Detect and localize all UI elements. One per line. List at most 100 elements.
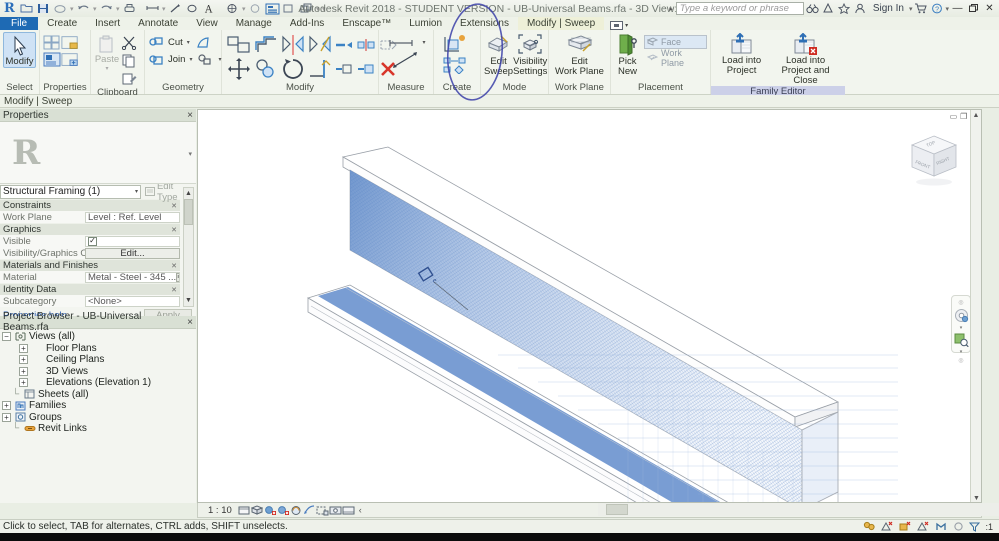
offset-icon[interactable] — [252, 33, 279, 57]
tree-node-ceiling-plans[interactable]: + Ceiling Plans — [2, 354, 196, 366]
view-cube[interactable]: TOP FRONT RIGHT — [904, 132, 964, 188]
thin-lines-icon[interactable] — [264, 1, 281, 17]
save-icon[interactable] — [35, 1, 52, 17]
create-group-icon[interactable] — [440, 33, 474, 55]
trim-extend-icon[interactable] — [333, 33, 355, 57]
ribbon-display-options[interactable]: ▾ — [610, 21, 628, 30]
design-options-icon[interactable] — [881, 521, 894, 532]
navbar-top-icon[interactable]: ◎ — [958, 299, 963, 306]
expand-icon[interactable]: + — [2, 412, 11, 422]
move-icon[interactable] — [225, 57, 252, 81]
steering-wheel-icon[interactable] — [954, 308, 969, 323]
unpin-icon[interactable] — [355, 57, 377, 81]
panel-title-properties[interactable]: Properties — [40, 82, 90, 94]
visibility-settings-button[interactable]: Visibility Settings — [513, 31, 547, 77]
text-icon[interactable]: A — [201, 1, 218, 17]
tree-node-revit-links[interactable]: └ Revit Links — [2, 423, 196, 435]
expand-icon[interactable]: + — [19, 343, 28, 353]
cut-geometry-button[interactable]: Cut ▾ — [148, 34, 212, 51]
tree-node-elevations[interactable]: + Elevations (Elevation 1) — [2, 377, 196, 389]
default-3d-view-icon[interactable] — [224, 1, 241, 17]
expand-icon[interactable]: + — [19, 378, 28, 388]
restore-icon[interactable] — [966, 1, 981, 16]
restore-view-icon[interactable]: ❐ — [960, 112, 967, 121]
load-into-project-and-close-button[interactable]: Load into Project and Close — [769, 31, 842, 86]
cart-icon[interactable] — [913, 1, 928, 16]
cut-profile-icon[interactable] — [194, 34, 212, 51]
tab-view[interactable]: View — [187, 17, 227, 30]
panel-title-measure[interactable]: Measure — [379, 82, 433, 94]
panel-title-modify[interactable]: Modify — [222, 82, 378, 94]
expand-icon[interactable]: + — [19, 366, 28, 376]
switch-windows-icon[interactable] — [298, 1, 315, 17]
measure-along-element-button[interactable] — [389, 51, 423, 68]
tab-modify-sweep[interactable]: Modify | Sweep — [517, 17, 605, 30]
group-expander-icon[interactable]: ✕ — [171, 202, 177, 210]
pin-icon[interactable] — [333, 57, 355, 81]
property-value[interactable]: Metal - Steel - 345 ... ≡ — [85, 271, 180, 283]
edit-sweep-button[interactable]: Edit Sweep — [484, 31, 513, 77]
tree-node-floor-plans[interactable]: + Floor Plans — [2, 343, 196, 355]
exchange-icon[interactable] — [821, 1, 836, 16]
minimize-icon[interactable]: — — [950, 1, 965, 16]
project-browser-tree[interactable]: − Views (all) + Floor Plans + Ceiling Pl… — [0, 329, 196, 435]
family-category-icon[interactable] — [43, 51, 61, 68]
visible-checkbox[interactable]: ✓ — [88, 236, 97, 246]
tab-manage[interactable]: Manage — [227, 17, 281, 30]
panel-title-select[interactable]: Select — [0, 82, 39, 94]
tab-create[interactable]: Create — [38, 17, 86, 30]
scroll-thumb[interactable] — [184, 199, 193, 225]
steering-wheel-dropdown-icon[interactable]: ▾ — [960, 325, 963, 331]
panel-title-geometry[interactable]: Geometry — [145, 82, 221, 94]
chevron-down-icon[interactable]: ▾ — [135, 188, 138, 195]
pick-new-button[interactable]: Pick New — [614, 31, 641, 77]
sun-path-icon[interactable] — [264, 504, 277, 517]
type-selector[interactable]: Structural Framing (1) ▾ — [0, 184, 141, 199]
edit-work-plane-button[interactable]: Edit Work Plane — [552, 31, 607, 77]
scroll-up-icon[interactable]: ▲ — [971, 110, 981, 121]
exclude-options-icon[interactable] — [917, 521, 930, 532]
no-filter-icon[interactable] — [953, 521, 964, 532]
panel-title-create[interactable]: Create — [434, 82, 480, 94]
load-into-project-button[interactable]: Load into Project — [714, 31, 769, 76]
mirror-draw-axis-icon[interactable] — [306, 33, 333, 57]
close-hidden-windows-icon[interactable] — [281, 1, 298, 17]
create-part-icon[interactable] — [440, 55, 474, 75]
sign-in-button[interactable]: Sign In — [869, 3, 908, 14]
cart-dropdown-icon[interactable]: ▾ — [909, 5, 913, 13]
tab-annotate[interactable]: Annotate — [129, 17, 187, 30]
property-value[interactable]: ✓ — [85, 235, 180, 247]
zoom-region-icon[interactable] — [954, 333, 969, 347]
properties-scrollbar[interactable]: ▲ ▼ — [183, 187, 194, 307]
match-type-icon[interactable] — [120, 70, 138, 87]
group-expander-icon[interactable]: ✕ — [171, 286, 177, 294]
tab-enscape[interactable]: Enscape™ — [333, 17, 400, 30]
3d-viewport[interactable]: e ▭ ❐ ✕ TOP FRONT RIGHT ◎ — [197, 109, 982, 503]
measure-dropdown-icon-2[interactable]: ▾ — [420, 39, 427, 46]
tag-icon[interactable] — [184, 1, 201, 17]
show-crop-region-icon[interactable] — [316, 504, 329, 517]
redo-icon[interactable] — [98, 1, 115, 17]
ribbon-tab-bar[interactable]: File Create Insert Annotate View Manage … — [0, 17, 999, 30]
detail-level-icon[interactable] — [238, 504, 251, 517]
tab-extensions[interactable]: Extensions — [451, 17, 518, 30]
scale-icon[interactable] — [306, 57, 333, 81]
panel-title-mode[interactable]: Mode — [481, 82, 548, 94]
temporary-hide-isolate-icon[interactable] — [329, 504, 342, 517]
copy-modify-icon[interactable] — [252, 57, 279, 81]
mirror-pick-axis-icon[interactable] — [279, 33, 306, 57]
rotate-icon[interactable] — [279, 57, 306, 81]
tab-add-ins[interactable]: Add-Ins — [281, 17, 333, 30]
paste-dropdown-icon[interactable]: ▾ — [105, 65, 108, 72]
qat-customize-icon[interactable]: ▾ — [321, 5, 327, 13]
reveal-hidden-elements-icon[interactable] — [342, 504, 355, 517]
paste-button[interactable]: Paste ▾ — [94, 33, 120, 72]
filter-icon[interactable] — [969, 521, 981, 532]
group-expander-icon[interactable]: ✕ — [171, 226, 177, 234]
zoom-dropdown-icon[interactable]: ▾ — [960, 349, 963, 355]
section-icon[interactable] — [247, 1, 264, 17]
ribbon-minimize-icon[interactable] — [610, 21, 624, 30]
visual-style-icon[interactable] — [251, 504, 264, 517]
scroll-down-icon[interactable]: ▼ — [971, 493, 981, 502]
modify-button[interactable]: Modify — [3, 32, 36, 68]
